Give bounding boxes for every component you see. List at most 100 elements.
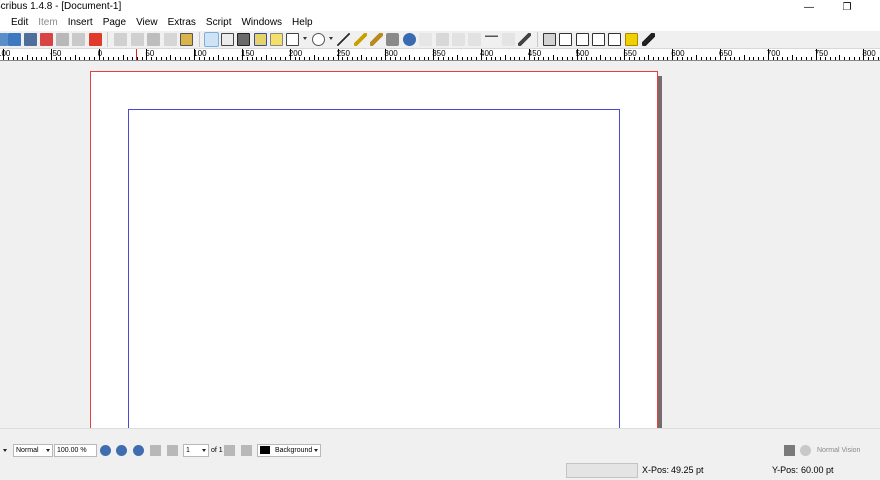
ruler-tick	[753, 57, 754, 60]
ruler-tick	[519, 57, 520, 60]
rotate-icon[interactable]	[386, 33, 399, 46]
view-mode-select[interactable]: Normal Vision	[817, 447, 860, 454]
ruler-tick	[438, 57, 439, 60]
restore-button[interactable]: ❐	[832, 0, 862, 15]
new-document-icon[interactable]	[0, 33, 8, 46]
menu-help[interactable]: Help	[287, 15, 318, 31]
ruler-tick	[495, 57, 496, 60]
pdf-link-annotation-icon[interactable]	[642, 33, 655, 46]
layer-select[interactable]: Background	[257, 444, 321, 457]
menu-edit[interactable]: Edit	[0, 15, 33, 31]
polygon-dropdown-icon[interactable]	[329, 37, 333, 40]
page-select[interactable]: 1	[183, 444, 209, 457]
polygon-icon[interactable]	[312, 33, 325, 46]
render-frame-icon[interactable]	[254, 33, 267, 46]
close-document-icon[interactable]	[40, 33, 53, 46]
ruler-tick	[428, 57, 429, 60]
zoom-out-icon[interactable]	[100, 445, 111, 456]
ruler-tick	[514, 57, 515, 60]
table-icon[interactable]	[270, 33, 283, 46]
y-position-value: 60.00 pt	[801, 465, 834, 475]
pdf-push-button-icon[interactable]	[543, 33, 556, 46]
menu-script[interactable]: Script	[201, 15, 237, 31]
previous-page-icon[interactable]	[167, 445, 178, 456]
edit-text-icon[interactable]	[436, 33, 449, 46]
ruler-tick	[615, 57, 616, 60]
minimize-button[interactable]: —	[794, 0, 824, 15]
shape-dropdown-icon[interactable]	[303, 37, 307, 40]
ruler-tick	[682, 57, 683, 60]
bezier-icon[interactable]	[354, 33, 367, 46]
horizontal-ruler[interactable]: 100-500501001502002503003504004505005506…	[0, 49, 880, 61]
current-page-value: 1	[186, 447, 190, 454]
cut-icon[interactable]	[147, 33, 160, 46]
measurements-icon[interactable]	[485, 33, 498, 46]
pdf-combo-box-icon[interactable]	[592, 33, 605, 46]
next-page-icon[interactable]	[224, 445, 235, 456]
ruler-tick	[113, 57, 114, 60]
pdf-text-annotation-icon[interactable]	[625, 33, 638, 46]
line-icon[interactable]	[337, 33, 350, 46]
menu-item[interactable]: Item	[33, 15, 62, 31]
ruler-tick	[505, 55, 506, 60]
ruler-tick	[687, 57, 688, 60]
print-icon[interactable]	[56, 33, 69, 46]
select-item-icon[interactable]	[204, 32, 219, 47]
ruler-tick	[634, 57, 635, 60]
last-page-icon[interactable]	[241, 445, 252, 456]
ruler-tick	[137, 57, 138, 60]
menu-page[interactable]: Page	[98, 15, 131, 31]
pdf-checkbox-icon[interactable]	[576, 33, 589, 46]
freehand-icon[interactable]	[370, 33, 383, 46]
ruler-tick	[314, 55, 315, 60]
preflight-icon[interactable]	[72, 33, 85, 46]
menu-windows[interactable]: Windows	[236, 15, 287, 31]
ruler-tick	[457, 55, 458, 60]
zoom-input[interactable]: 100.00 %	[54, 444, 97, 457]
export-pdf-icon[interactable]	[89, 33, 102, 46]
ruler-tick	[357, 57, 358, 60]
ruler-tick	[103, 57, 104, 60]
pdf-list-box-icon[interactable]	[608, 33, 621, 46]
eyedropper-icon[interactable]	[518, 33, 531, 46]
pdf-text-field-icon[interactable]	[559, 33, 572, 46]
visual-appearance-icon[interactable]	[800, 445, 811, 456]
preview-mode-icon[interactable]	[784, 445, 795, 456]
image-preview-select[interactable]: Normal	[13, 444, 53, 457]
text-frame-icon[interactable]	[221, 33, 234, 46]
first-page-icon[interactable]	[150, 445, 161, 456]
shape-icon[interactable]	[286, 33, 299, 46]
menu-extras[interactable]: Extras	[163, 15, 201, 31]
menu-insert[interactable]: Insert	[63, 15, 98, 31]
save-icon[interactable]	[24, 33, 37, 46]
ruler-tick	[605, 57, 606, 60]
ruler-tick	[452, 57, 453, 60]
status-message-field	[566, 463, 638, 478]
zoom-icon[interactable]	[403, 33, 416, 46]
zoom-in-icon[interactable]	[133, 445, 144, 456]
link-frames-icon[interactable]	[452, 33, 465, 46]
ruler-tick	[844, 57, 845, 60]
unit-dropdown-icon[interactable]	[3, 449, 7, 452]
ruler-tick	[285, 57, 286, 60]
ruler-tick	[720, 49, 721, 60]
open-icon[interactable]	[8, 33, 21, 46]
copy-properties-icon[interactable]	[502, 33, 515, 46]
menu-view[interactable]: View	[131, 15, 163, 31]
ruler-tick	[701, 57, 702, 60]
ruler-tick	[653, 57, 654, 60]
paste-icon[interactable]	[180, 33, 193, 46]
document-canvas[interactable]	[0, 62, 880, 428]
copy-icon[interactable]	[164, 33, 177, 46]
image-frame-icon[interactable]	[237, 33, 250, 46]
ruler-tick	[529, 49, 530, 60]
ruler-tick	[586, 57, 587, 60]
unlink-frames-icon[interactable]	[468, 33, 481, 46]
ruler-tick	[471, 57, 472, 60]
zoom-100-icon[interactable]	[116, 445, 127, 456]
ruler-tick	[448, 57, 449, 60]
undo-icon[interactable]	[114, 33, 127, 46]
ruler-tick	[696, 55, 697, 60]
edit-contents-icon[interactable]	[419, 33, 432, 46]
redo-icon[interactable]	[131, 33, 144, 46]
